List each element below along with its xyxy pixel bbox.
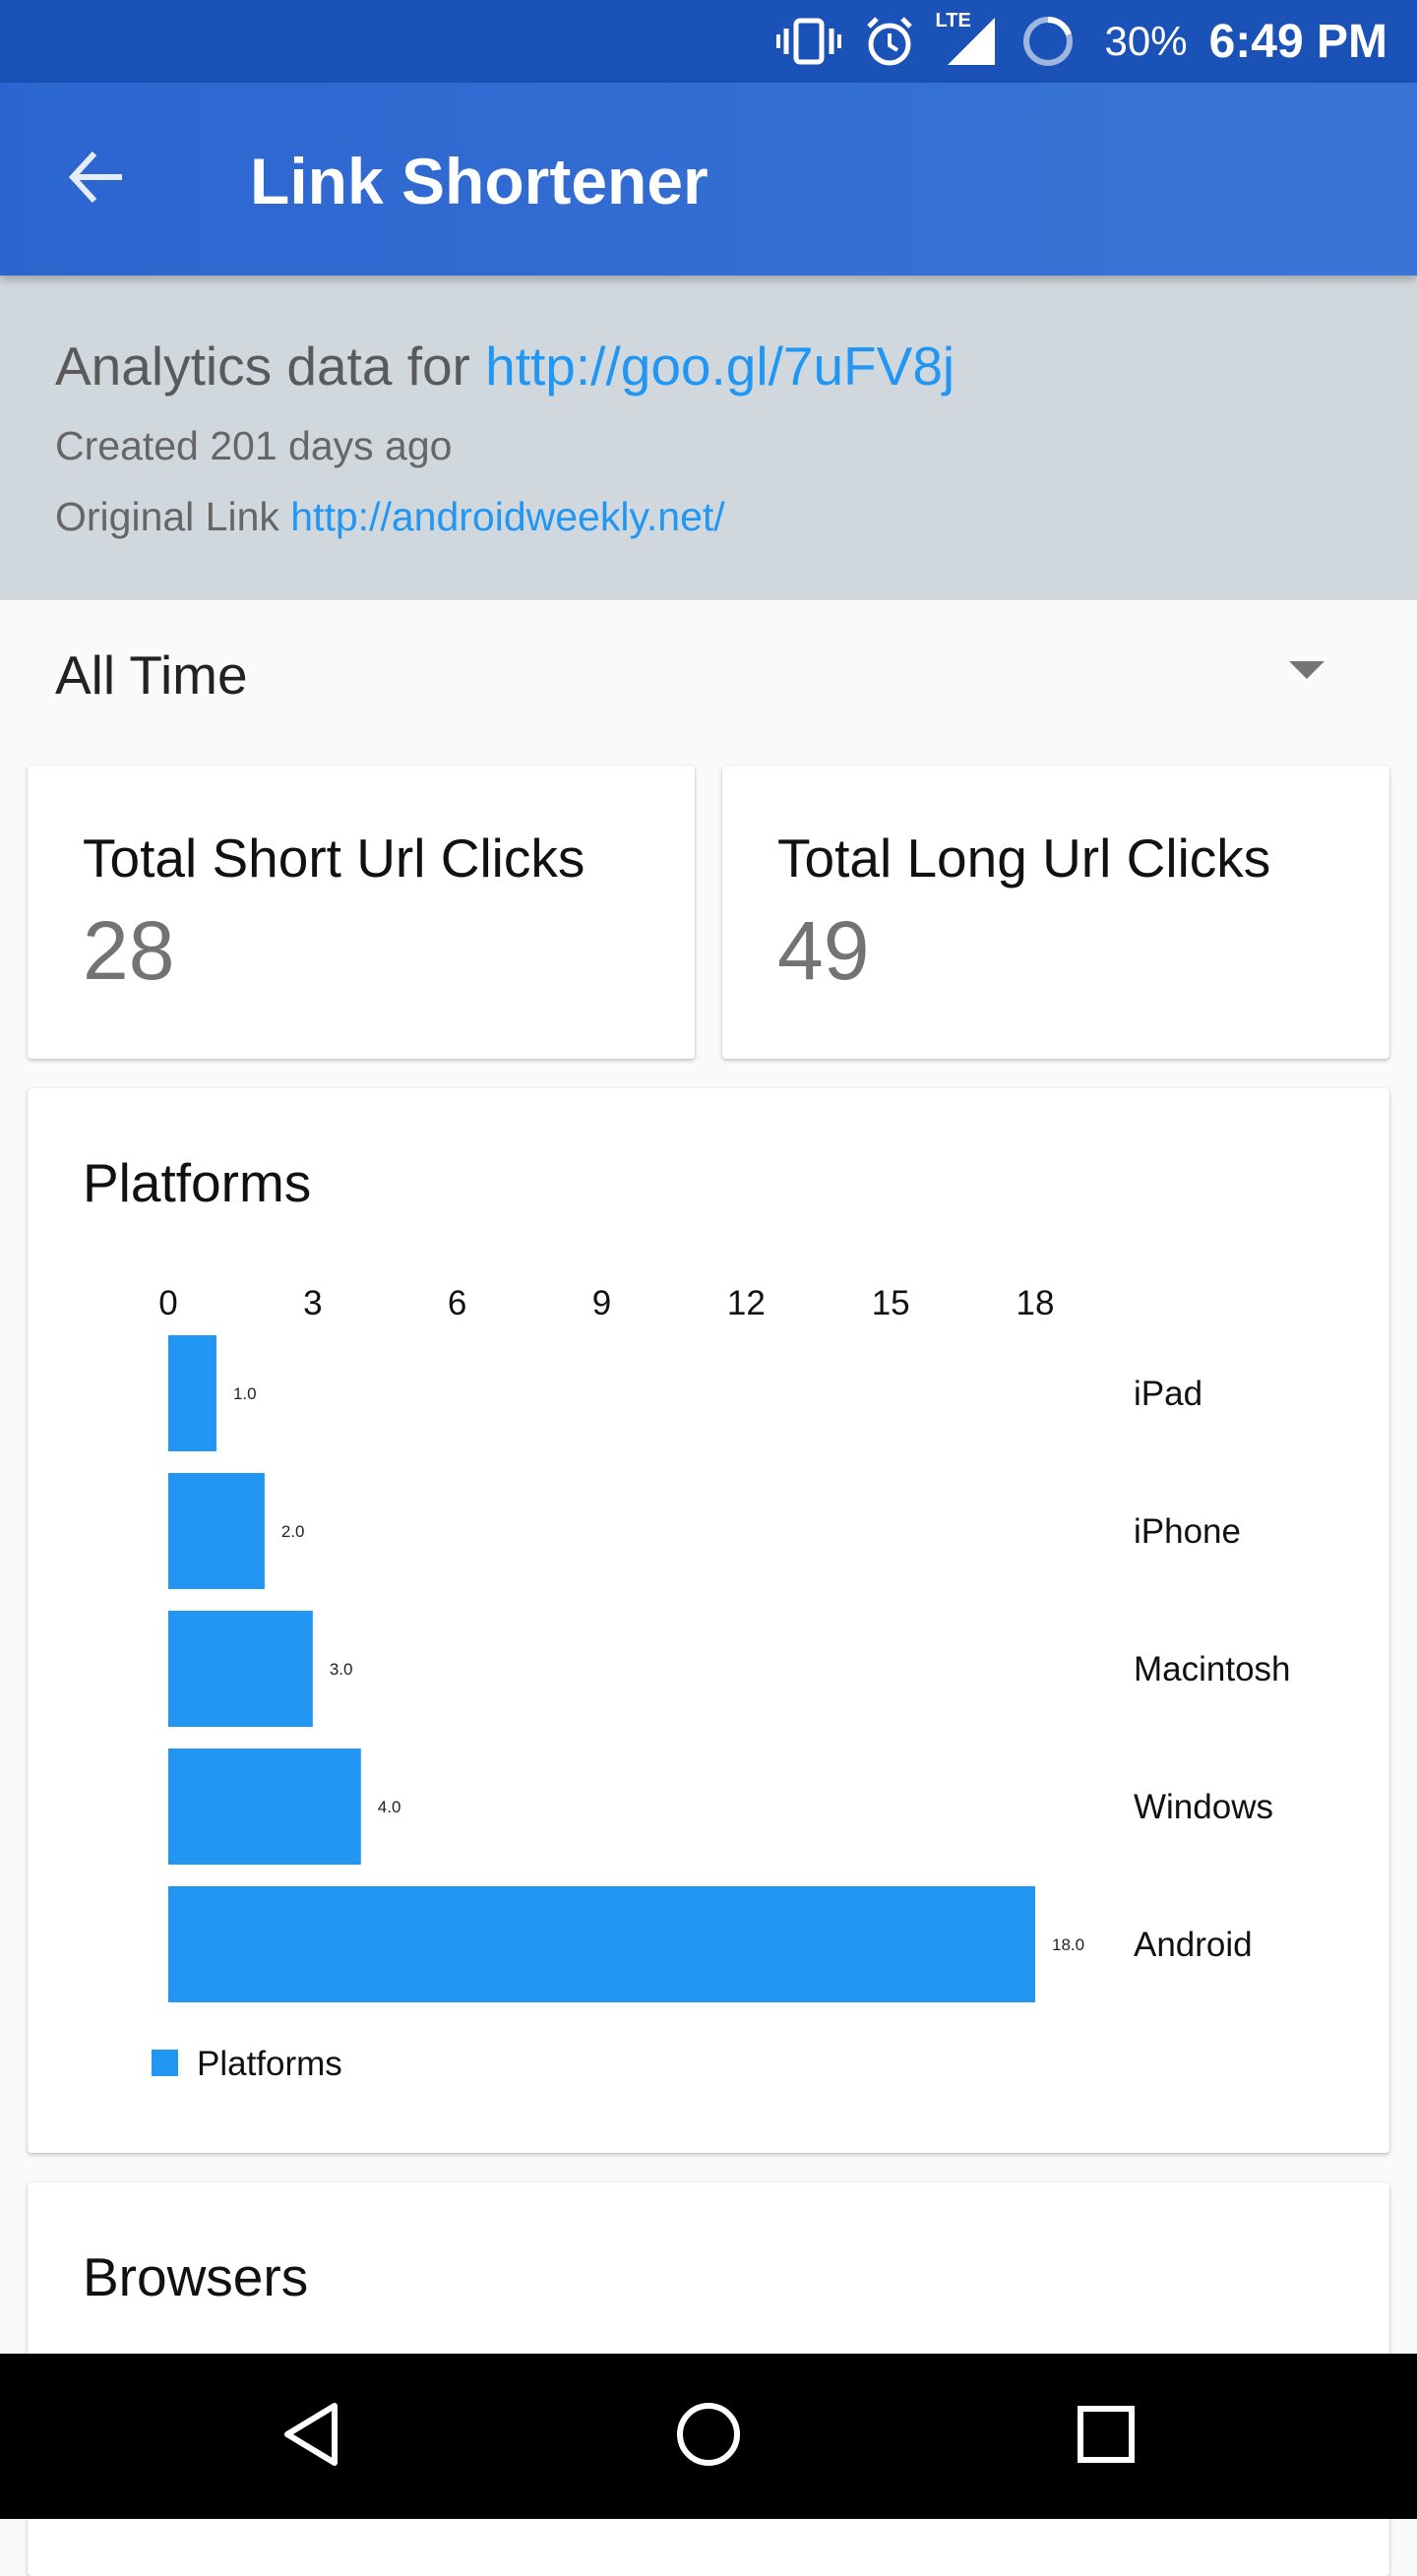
signal-icon: LTE	[936, 10, 999, 69]
x-tick-label: 15	[872, 1284, 910, 1322]
system-navigation-bar	[0, 2354, 1417, 2519]
x-tick-label: 6	[448, 1284, 466, 1322]
nav-recents-button[interactable]	[1057, 2387, 1155, 2485]
analytics-info-panel: Analytics data for http://goo.gl/7uFV8j …	[0, 276, 1417, 600]
battery-icon	[1020, 14, 1076, 69]
bar-value-label: 4.0	[378, 1798, 401, 1816]
original-link-label: Original Link	[55, 494, 279, 539]
bar-value-label: 18.0	[1052, 1935, 1084, 1954]
bar-android	[168, 1886, 1035, 2002]
category-label: Android	[1134, 1926, 1253, 1964]
time-range-dropdown[interactable]: All Time	[0, 600, 1417, 748]
category-label: iPad	[1134, 1375, 1202, 1413]
original-url-link[interactable]: http://androidweekly.net/	[290, 494, 724, 539]
app-bar: Link Shortener	[0, 83, 1417, 276]
x-tick-label: 12	[727, 1284, 766, 1322]
x-tick-label: 9	[592, 1284, 611, 1322]
short-url-link[interactable]: http://goo.gl/7uFV8j	[485, 336, 955, 397]
x-tick-label: 0	[158, 1284, 177, 1322]
bar-windows	[168, 1748, 361, 1865]
bar-value-label: 3.0	[330, 1660, 353, 1679]
analytics-title-prefix: Analytics data for	[55, 336, 470, 397]
bar-macintosh	[168, 1611, 313, 1727]
x-tick-label: 18	[1017, 1284, 1055, 1322]
category-label: Windows	[1134, 1788, 1273, 1826]
platforms-bar-chart: 0 3 6 9 12 15 18 1.0 iPad 2.0 iPhone 3.0 Macintosh 4.…	[152, 1284, 1291, 2083]
bar-value-label: 2.0	[281, 1522, 305, 1541]
created-age: Created 201 days ago	[55, 423, 453, 468]
nav-back-button[interactable]	[262, 2387, 360, 2485]
back-triangle-icon	[279, 2400, 342, 2474]
status-icons: LTE 30% 6:49 PM	[775, 0, 1387, 83]
legend-swatch	[152, 2050, 178, 2076]
long-url-clicks-label: Total Long Url Clicks	[777, 828, 1271, 889]
analytics-title: Analytics data for http://goo.gl/7uFV8j	[55, 335, 955, 398]
platforms-card: Platforms 0 3 6 9 12 15 18 1.0 iPad 2.0 iPhone 3.0 M…	[28, 1088, 1389, 2153]
status-bar: LTE 30% 6:49 PM	[0, 0, 1417, 83]
vibrate-icon	[775, 17, 841, 66]
category-label: iPhone	[1134, 1512, 1241, 1551]
clock: 6:49 PM	[1208, 15, 1387, 68]
bar-iphone	[168, 1473, 265, 1589]
short-url-clicks-value: 28	[83, 904, 175, 997]
legend-label: Platforms	[197, 2045, 342, 2083]
browsers-title: Browsers	[83, 2246, 309, 2307]
network-type-label: LTE	[935, 10, 971, 31]
back-button[interactable]	[49, 140, 144, 218]
x-tick-label: 3	[303, 1284, 322, 1322]
battery-percentage: 30%	[1104, 18, 1188, 64]
arrow-back-icon	[67, 150, 126, 210]
dropdown-arrow-icon	[1287, 659, 1326, 686]
app-title: Link Shortener	[250, 145, 708, 217]
short-url-clicks-label: Total Short Url Clicks	[83, 828, 585, 889]
original-link-row: Original Link http://androidweekly.net/	[55, 494, 725, 540]
time-range-selected: All Time	[55, 644, 248, 705]
alarm-icon	[863, 15, 916, 68]
nav-home-button[interactable]	[659, 2387, 758, 2485]
recents-square-icon	[1076, 2404, 1137, 2470]
category-label: Macintosh	[1134, 1650, 1291, 1688]
bar-ipad	[168, 1335, 216, 1451]
long-url-clicks-card: Total Long Url Clicks 49	[722, 766, 1389, 1059]
short-url-clicks-card: Total Short Url Clicks 28	[28, 766, 695, 1059]
long-url-clicks-value: 49	[777, 904, 870, 997]
bar-value-label: 1.0	[233, 1384, 257, 1403]
home-circle-icon	[674, 2400, 743, 2474]
